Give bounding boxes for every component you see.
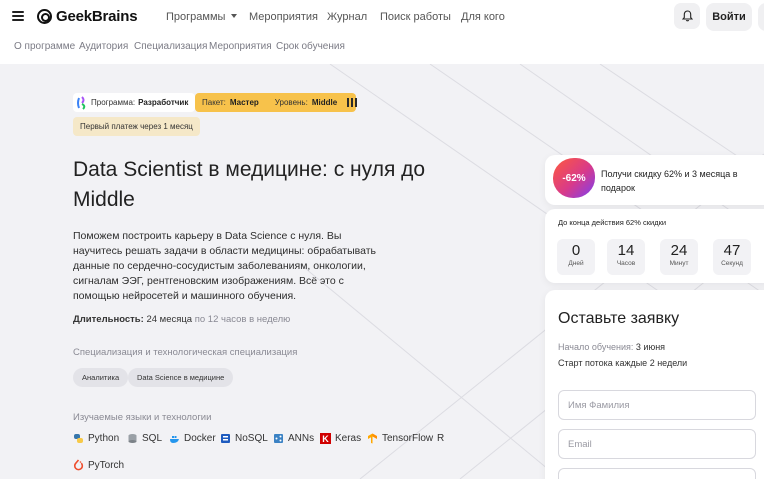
package-prefix: Пакет: bbox=[202, 98, 226, 107]
first-payment-badge: Первый платеж через 1 месяц bbox=[73, 117, 200, 136]
notifications-button[interactable] bbox=[674, 3, 700, 29]
duration-note: по 12 часов в неделю bbox=[194, 314, 291, 325]
hours-label: Часов bbox=[616, 260, 636, 267]
nav-programs-label: Программы bbox=[166, 11, 226, 23]
minutes-label: Минут bbox=[669, 260, 689, 267]
duration-value: 24 месяца bbox=[146, 314, 193, 325]
discount-badge: -62% bbox=[553, 158, 595, 198]
tech-sql-label: SQL bbox=[142, 433, 163, 444]
countdown-seconds: 47 Секунд bbox=[713, 239, 751, 275]
login-button[interactable]: Войти bbox=[706, 3, 752, 31]
seconds-label: Секунд bbox=[721, 260, 743, 267]
specialization-label: Специализация и технологическая специали… bbox=[73, 347, 298, 358]
logo-icon bbox=[37, 9, 52, 24]
pytorch-icon bbox=[73, 459, 84, 471]
top-header: GeekBrains Программы Мероприятия Журнал … bbox=[0, 0, 764, 34]
hours-value: 14 bbox=[617, 242, 635, 259]
application-form: Оставьте заявку Начало обучения: 3 июня … bbox=[545, 290, 764, 479]
nav-job-search[interactable]: Поиск работы bbox=[380, 11, 451, 23]
days-label: Дней bbox=[568, 260, 584, 267]
tech-r: R bbox=[437, 433, 444, 444]
countdown-minutes: 24 Минут bbox=[660, 239, 698, 275]
name-field[interactable] bbox=[558, 390, 756, 420]
docker-icon bbox=[170, 436, 179, 443]
spec-pill-ds-medicine[interactable]: Data Science в медицине bbox=[128, 368, 234, 387]
technologies-label: Изучаемые языки и технологии bbox=[73, 412, 212, 423]
tech-keras-label: Keras bbox=[335, 433, 362, 444]
subnav-about[interactable]: О программе bbox=[14, 41, 75, 52]
program-badge: Программа: Разработчик bbox=[73, 93, 196, 112]
spec-pill-analytics[interactable]: Аналитика bbox=[73, 368, 129, 387]
level-prefix: Уровень: bbox=[274, 98, 308, 107]
seconds-value: 47 bbox=[723, 242, 741, 259]
tech-python: Python bbox=[73, 433, 119, 444]
course-description: Поможем построить карьеру в Data Science… bbox=[73, 230, 377, 302]
countdown-hours: 14 Часов bbox=[607, 239, 645, 275]
start-value: 3 июня bbox=[635, 342, 666, 352]
discount-text: Получи скидку 62% и 3 месяца в подарок bbox=[601, 169, 738, 193]
tech-pytorch-label: PyTorch bbox=[88, 459, 125, 471]
nav-journal[interactable]: Журнал bbox=[327, 11, 367, 23]
tech-tensorflow: TensorFlow bbox=[367, 433, 433, 444]
geekbrains-logo[interactable]: GeekBrains bbox=[37, 8, 138, 25]
stream-note: Старт потока каждые 2 недели bbox=[558, 358, 688, 368]
nav-events[interactable]: Мероприятия bbox=[249, 11, 318, 23]
tech-nosql-label: NoSQL bbox=[235, 433, 268, 444]
logo-text: GeekBrains bbox=[56, 8, 138, 25]
level-bars-icon bbox=[347, 98, 358, 107]
nav-programs[interactable]: Программы bbox=[166, 11, 238, 23]
phone-field[interactable] bbox=[558, 468, 756, 479]
neural-network-icon bbox=[274, 434, 283, 443]
subnav-duration[interactable]: Срок обучения bbox=[276, 41, 345, 52]
menu-icon[interactable] bbox=[12, 11, 24, 21]
subnav-specialization[interactable]: Специализация bbox=[134, 41, 207, 52]
page-title: Data Scientist в медицине: с нуля до Mid… bbox=[73, 158, 426, 211]
discount-card: -62% Получи скидку 62% и 3 месяца в пода… bbox=[545, 155, 764, 205]
tech-tensorflow-label: TensorFlow bbox=[382, 433, 434, 444]
svg-text:K: K bbox=[322, 434, 329, 444]
tech-keras: K Keras bbox=[320, 433, 361, 444]
tech-r-label: R bbox=[437, 433, 445, 444]
countdown-days: 0 Дней bbox=[557, 239, 595, 275]
tech-anns: ANNs bbox=[273, 433, 314, 444]
tensorflow-icon bbox=[368, 433, 377, 444]
bell-icon bbox=[681, 10, 693, 22]
level-value: Middle bbox=[311, 98, 338, 107]
package-value: Мастер bbox=[229, 98, 259, 107]
countdown-card: До конца действия 62% скидки 0 Дней 14 Ч… bbox=[545, 209, 764, 283]
chevron-down-icon bbox=[231, 14, 238, 18]
package-level-badge: Пакет: Мастер Уровень: Middle bbox=[195, 93, 358, 112]
countdown-title: До конца действия 62% скидки bbox=[558, 218, 667, 227]
subnav-audience[interactable]: Аудитория bbox=[79, 41, 128, 52]
days-value: 0 bbox=[571, 242, 581, 259]
tech-python-label: Python bbox=[88, 433, 120, 444]
tech-anns-label: ANNs bbox=[288, 433, 315, 444]
nosql-icon bbox=[221, 434, 230, 443]
program-value: Разработчик bbox=[138, 98, 189, 107]
tech-nosql: NoSQL bbox=[220, 433, 268, 444]
email-field[interactable] bbox=[558, 429, 756, 459]
duration-info: Длительность: 24 месяца по 12 часов в не… bbox=[73, 314, 290, 325]
python-icon bbox=[74, 434, 83, 443]
subnav-events[interactable]: Мероприятия bbox=[209, 41, 272, 52]
minutes-value: 24 bbox=[670, 242, 688, 259]
developer-icon bbox=[77, 95, 86, 110]
keras-icon: K bbox=[320, 433, 331, 444]
tech-pytorch: PyTorch bbox=[73, 459, 124, 471]
section-nav: О программе Аудитория Специализация Меро… bbox=[0, 34, 764, 64]
start-label: Начало обучения: bbox=[558, 342, 634, 352]
sql-icon bbox=[128, 434, 137, 443]
tech-sql: SQL bbox=[127, 433, 162, 444]
tech-docker-label: Docker bbox=[184, 433, 216, 444]
form-title: Оставьте заявку bbox=[558, 310, 680, 327]
nav-for-whom[interactable]: Для кого bbox=[461, 11, 505, 23]
header-extra-button[interactable] bbox=[758, 3, 764, 31]
program-prefix: Программа: bbox=[91, 98, 136, 107]
tech-docker: Docker bbox=[169, 433, 216, 444]
start-date: Начало обучения: 3 июня bbox=[558, 342, 665, 352]
duration-label: Длительность: bbox=[73, 314, 144, 325]
